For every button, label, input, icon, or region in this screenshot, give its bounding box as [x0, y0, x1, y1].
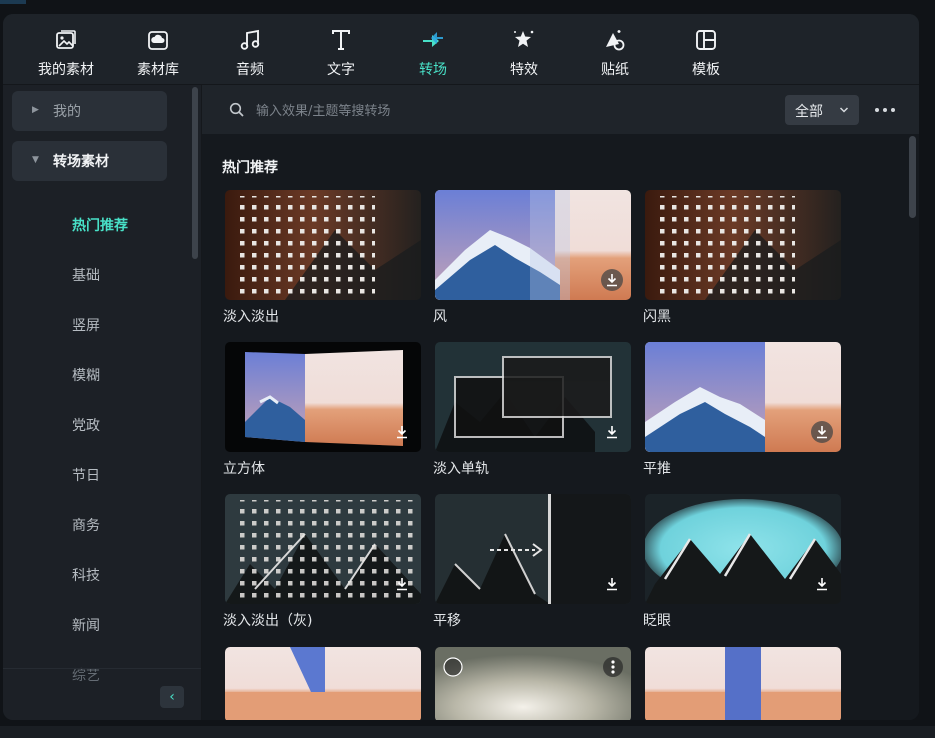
tab-audio[interactable]: 音频 — [205, 14, 295, 84]
transition-icon — [423, 32, 443, 47]
transition-thumbnail — [645, 342, 841, 452]
transition-thumbnail — [225, 342, 421, 452]
transition-name: 立方体 — [223, 461, 265, 477]
cloud-library-icon — [148, 31, 168, 50]
template-icon — [696, 30, 716, 50]
caret-down-icon: ▼ — [32, 155, 39, 165]
transition-thumbnail — [225, 647, 421, 720]
tab-library[interactable]: 素材库 — [113, 14, 203, 84]
transition-name: 淡入淡出（灰) — [223, 613, 313, 629]
collapse-sidebar-button[interactable]: ‹ — [160, 686, 184, 708]
tab-my-media[interactable]: 我的素材 — [21, 14, 111, 84]
sidebar-group-mine[interactable]: ▶ 我的 — [12, 91, 167, 131]
tab-label: 特效 — [510, 62, 538, 78]
sidebar-group-label: 我的 — [53, 104, 81, 120]
download-icon — [607, 274, 617, 287]
transition-name: 平移 — [433, 613, 461, 629]
section-title: 热门推荐 — [222, 160, 278, 176]
tab-label: 音频 — [236, 62, 264, 78]
download-button[interactable] — [391, 421, 413, 443]
sidebar-item-tech[interactable]: 科技 — [72, 565, 100, 585]
text-icon — [332, 30, 350, 50]
transition-name: 闪黑 — [643, 309, 671, 325]
download-button[interactable] — [601, 573, 623, 595]
transition-name: 淡入单轨 — [433, 461, 489, 477]
download-icon — [607, 426, 617, 439]
search-bar: 全部 — [202, 85, 919, 134]
download-icon — [397, 578, 407, 591]
music-note-icon — [240, 29, 260, 50]
download-icon — [817, 426, 827, 439]
sidebar-item-party[interactable]: 党政 — [72, 415, 100, 435]
bottom-window-strip — [0, 726, 935, 738]
sidebar-item-holiday[interactable]: 节日 — [72, 465, 100, 485]
effects-icon — [514, 30, 534, 47]
sidebar-item-news[interactable]: 新闻 — [72, 615, 100, 635]
transition-thumbnail — [225, 494, 421, 604]
sidebar-item-blur[interactable]: 模糊 — [72, 365, 100, 385]
filter-dropdown[interactable]: 全部 — [785, 95, 859, 125]
transition-thumbnail — [435, 190, 631, 300]
sticker-icon — [606, 30, 625, 51]
tab-label: 我的素材 — [38, 62, 94, 78]
transition-thumbnail — [225, 190, 421, 300]
tab-label: 素材库 — [137, 62, 179, 78]
tab-label: 转场 — [419, 62, 447, 78]
my-media-icon — [56, 30, 76, 49]
download-icon — [397, 426, 407, 439]
transition-thumbnail — [645, 494, 841, 604]
chevron-down-icon — [839, 107, 849, 113]
tab-text[interactable]: 文字 — [296, 14, 386, 84]
tab-templates[interactable]: 模板 — [661, 14, 751, 84]
transition-thumbnail — [435, 494, 631, 604]
transition-grid: 热门推荐 淡入淡出 风 闪黑 立方体 淡入单轨 平推 淡入淡出（灰) 平移 眨眼 — [202, 134, 919, 720]
tab-label: 模板 — [692, 62, 720, 78]
content-scrollbar[interactable] — [909, 136, 916, 218]
sidebar-item-vertical[interactable]: 竖屏 — [72, 315, 100, 335]
transition-name: 平推 — [643, 461, 671, 477]
download-button[interactable] — [811, 573, 833, 595]
transition-thumbnail — [435, 647, 631, 720]
transition-name: 风 — [433, 309, 447, 325]
transition-thumbnail — [645, 190, 841, 300]
tab-label: 文字 — [327, 62, 355, 78]
download-icon — [607, 578, 617, 591]
search-icon — [229, 102, 244, 117]
search-input[interactable] — [254, 99, 738, 123]
sidebar-item-hot[interactable]: 热门推荐 — [72, 215, 128, 235]
sidebar-divider — [3, 668, 201, 669]
top-toolbar: 我的素材 素材库 音频 文字 转场 特效 贴纸 模板 — [3, 14, 919, 85]
more-options-button[interactable] — [874, 99, 896, 119]
transition-name: 淡入淡出 — [223, 309, 279, 325]
tab-effects[interactable]: 特效 — [479, 14, 569, 84]
sidebar-group-label: 转场素材 — [53, 154, 109, 170]
download-icon — [817, 578, 827, 591]
transition-name: 眨眼 — [643, 613, 671, 629]
tab-label: 贴纸 — [601, 62, 629, 78]
transitions-panel: 我的素材 素材库 音频 文字 转场 特效 贴纸 模板 ▶ 我的 ▼ 转场素材 热… — [3, 14, 919, 720]
window-edge-accent — [0, 0, 26, 4]
sidebar-item-basic[interactable]: 基础 — [72, 265, 100, 285]
tab-stickers[interactable]: 贴纸 — [570, 14, 660, 84]
tab-transitions[interactable]: 转场 — [388, 14, 478, 84]
sidebar-item-business[interactable]: 商务 — [72, 515, 100, 535]
download-button[interactable] — [811, 421, 833, 443]
sidebar-group-transition-assets[interactable]: ▼ 转场素材 — [12, 141, 167, 181]
download-button[interactable] — [601, 269, 623, 291]
caret-right-icon: ▶ — [32, 105, 39, 115]
sidebar-scrollbar[interactable] — [192, 87, 198, 259]
transition-thumbnail — [435, 342, 631, 452]
filter-value: 全部 — [795, 104, 823, 120]
category-sidebar: ▶ 我的 ▼ 转场素材 热门推荐 基础 竖屏 模糊 党政 节日 商务 科技 新闻… — [3, 85, 202, 720]
download-button[interactable] — [601, 421, 623, 443]
chevron-left-icon: ‹ — [169, 689, 175, 705]
download-button[interactable] — [391, 573, 413, 595]
transition-thumbnail — [645, 647, 841, 720]
